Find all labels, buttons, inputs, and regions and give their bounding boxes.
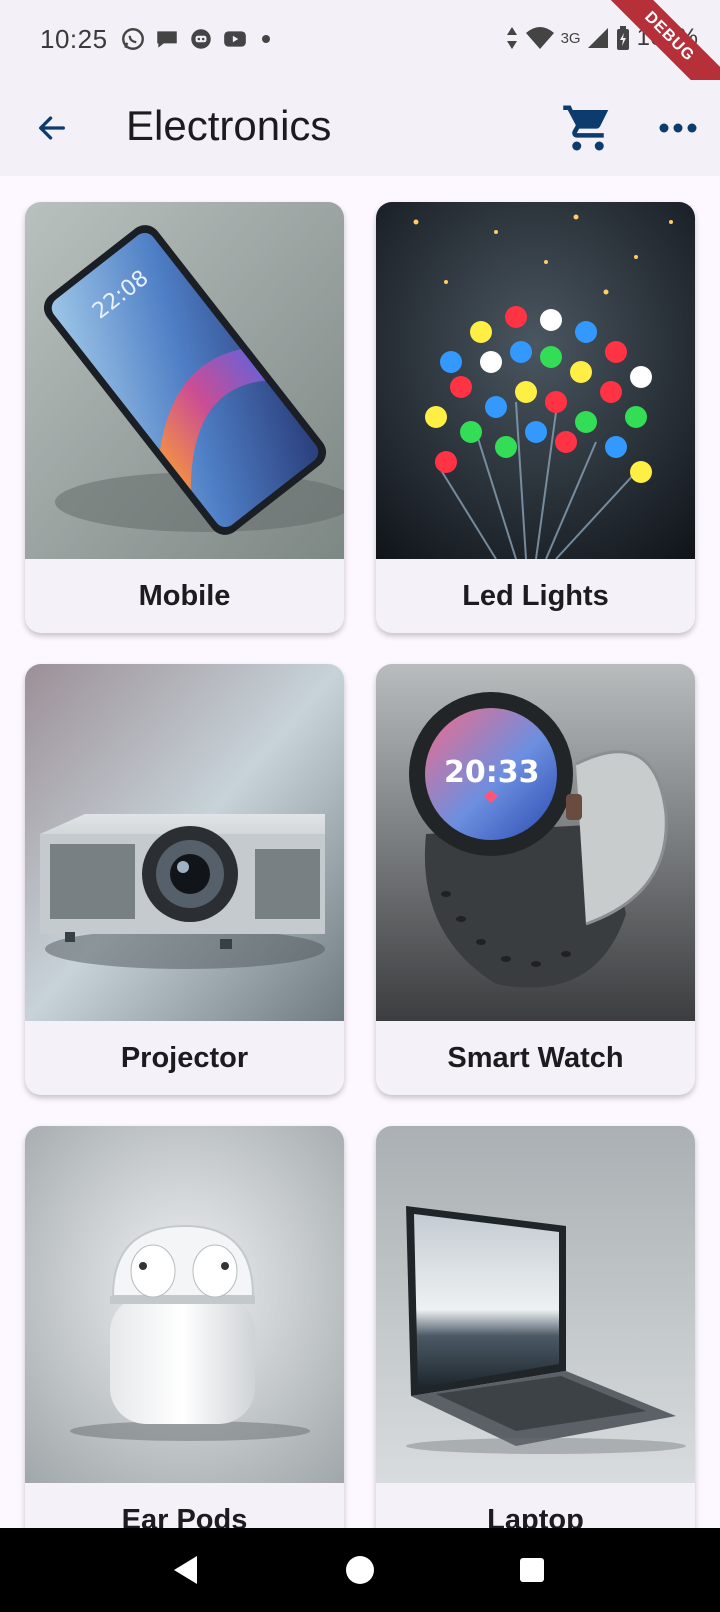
signal-icon: [587, 28, 608, 48]
led-lights-image: [376, 202, 695, 559]
cart-button[interactable]: [558, 98, 618, 158]
network-type: 3G: [560, 29, 581, 47]
product-card-smart-watch[interactable]: 20:33 Smart Watch: [376, 664, 695, 1095]
product-label: Projector: [120, 1041, 249, 1074]
mobile-image: 22:08: [25, 202, 344, 559]
status-bar: 10:25 3G 100% DEBUG: [0, 0, 720, 115]
system-navigation-bar: [0, 1528, 720, 1612]
projector-image: [25, 664, 344, 1021]
product-label: Ear Pods: [121, 1503, 248, 1529]
nav-recents-button[interactable]: [512, 1550, 552, 1590]
nav-home-button[interactable]: [340, 1550, 380, 1590]
notification-icons: [120, 26, 270, 52]
wifi-icon: [525, 27, 554, 49]
back-button[interactable]: [28, 104, 76, 152]
battery-icon: [616, 26, 629, 50]
product-card-ear-pods[interactable]: Ear Pods: [25, 1126, 344, 1528]
product-card-mobile[interactable]: 22:08 Mobile: [25, 202, 344, 633]
product-label: Mobile: [138, 579, 231, 612]
product-label: Laptop: [487, 1503, 584, 1529]
product-card-projector[interactable]: Projector: [25, 664, 344, 1095]
shopping-cart-icon: [563, 105, 609, 151]
product-label: Led Lights: [462, 579, 609, 612]
smart-watch-image: 20:33: [376, 664, 695, 1021]
product-card-laptop[interactable]: Laptop: [376, 1126, 695, 1528]
more-notifications-dot: [262, 35, 270, 43]
page-title: Electronics: [126, 102, 332, 149]
app-bar: Electronics: [0, 80, 720, 176]
home-circle-icon: [346, 1556, 374, 1584]
more-horizontal-icon: [659, 123, 697, 133]
more-options-button[interactable]: [650, 104, 706, 152]
recents-square-icon: [520, 1558, 544, 1582]
youtube-icon: [224, 31, 246, 47]
product-card-led-lights[interactable]: Led Lights: [376, 202, 695, 633]
back-triangle-icon: [174, 1556, 197, 1584]
svg-text:20:33: 20:33: [444, 755, 540, 790]
robot-icon: [191, 29, 211, 49]
whatsapp-icon: [122, 28, 144, 50]
product-label: Smart Watch: [447, 1041, 624, 1074]
chat-icon: [157, 31, 177, 48]
data-transfer-icon: [506, 27, 517, 49]
nav-back-button[interactable]: [166, 1550, 206, 1590]
arrow-left-icon: [39, 116, 65, 140]
status-time: 10:25: [40, 24, 108, 54]
laptop-image: [376, 1126, 695, 1483]
ear-pods-image: [25, 1126, 344, 1483]
product-grid: 22:08 Mobile Led Lights Projector 20:33 …: [0, 176, 720, 1528]
